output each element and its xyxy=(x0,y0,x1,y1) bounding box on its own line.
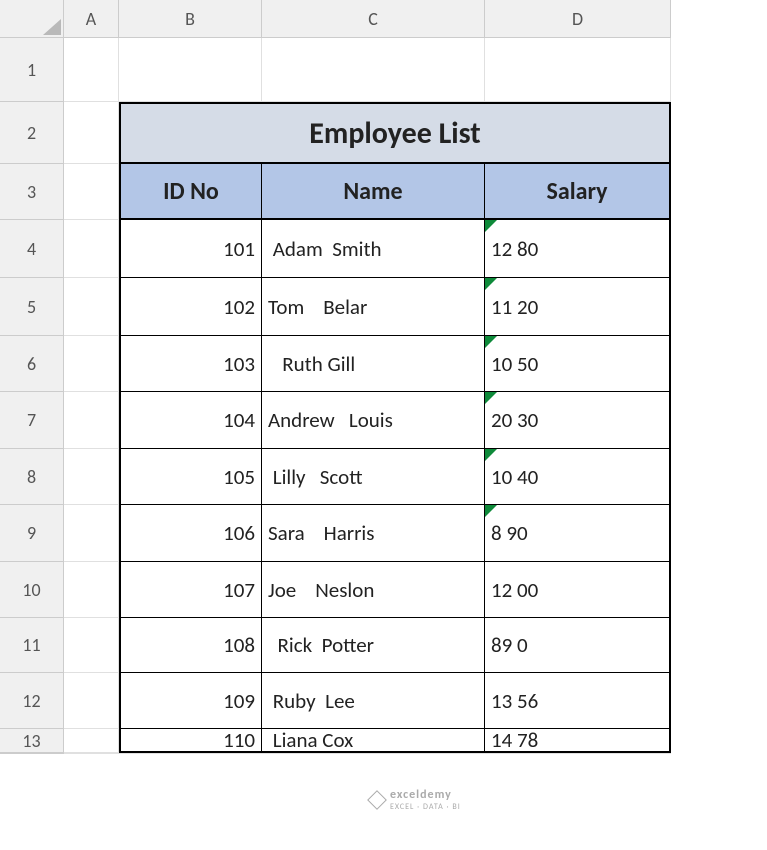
cell-salary-6[interactable]: 12 00 xyxy=(485,562,671,618)
cell-name-0[interactable]: Adam Smith xyxy=(262,220,485,278)
row-header-5[interactable]: 5 xyxy=(0,278,64,336)
cell-name-9[interactable]: Liana Cox xyxy=(262,729,485,753)
cell-salary-2[interactable]: 10 50 xyxy=(485,336,671,392)
cell-salary-3[interactable]: 20 30 xyxy=(485,392,671,449)
select-all-corner[interactable] xyxy=(0,0,64,38)
cell-name-7[interactable]: Rick Potter xyxy=(262,618,485,673)
cell-C14[interactable] xyxy=(262,753,485,754)
cell-A3[interactable] xyxy=(64,164,119,220)
cell-A9[interactable] xyxy=(64,505,119,562)
cell-A6[interactable] xyxy=(64,336,119,392)
cell-D14[interactable] xyxy=(485,753,671,754)
cell-A14[interactable] xyxy=(64,753,119,754)
row-header-8[interactable]: 8 xyxy=(0,449,64,505)
row-header-13[interactable]: 13 xyxy=(0,729,64,753)
cell-name-4[interactable]: Lilly Scott xyxy=(262,449,485,505)
row-header-3[interactable]: 3 xyxy=(0,164,64,220)
cell-D1[interactable] xyxy=(485,38,671,102)
cell-A2[interactable] xyxy=(64,102,119,164)
watermark-brand: exceldemy xyxy=(390,788,461,802)
cell-id-2[interactable]: 103 xyxy=(119,336,262,392)
col-header-C[interactable]: C xyxy=(262,0,485,38)
row-header-4[interactable]: 4 xyxy=(0,220,64,278)
col-header-A[interactable]: A xyxy=(64,0,119,38)
col-header-D[interactable]: D xyxy=(485,0,671,38)
cell-A11[interactable] xyxy=(64,618,119,673)
row-header-2[interactable]: 2 xyxy=(0,102,64,164)
spreadsheet-grid[interactable]: A B C D 1 2 Employee List 3 ID No Name S… xyxy=(0,0,767,754)
cell-id-5[interactable]: 106 xyxy=(119,505,262,562)
cell-salary-8[interactable]: 13 56 xyxy=(485,673,671,729)
header-id[interactable]: ID No xyxy=(119,164,262,220)
cell-C1[interactable] xyxy=(262,38,485,102)
col-header-B[interactable]: B xyxy=(119,0,262,38)
cell-salary-4[interactable]: 10 40 xyxy=(485,449,671,505)
row-header-1[interactable]: 1 xyxy=(0,38,64,102)
watermark: exceldemy EXCEL · DATA · BI xyxy=(370,788,461,812)
cell-name-8[interactable]: Ruby Lee xyxy=(262,673,485,729)
cell-A13[interactable] xyxy=(64,729,119,753)
cell-id-8[interactable]: 109 xyxy=(119,673,262,729)
row-header-12[interactable]: 12 xyxy=(0,673,64,729)
cell-id-9[interactable]: 110 xyxy=(119,729,262,753)
cell-salary-7[interactable]: 89 0 xyxy=(485,618,671,673)
row-header-9[interactable]: 9 xyxy=(0,505,64,562)
cell-B1[interactable] xyxy=(119,38,262,102)
cell-A1[interactable] xyxy=(64,38,119,102)
cell-salary-1[interactable]: 11 20 xyxy=(485,278,671,336)
cell-name-2[interactable]: Ruth Gill xyxy=(262,336,485,392)
watermark-logo-icon xyxy=(367,790,387,810)
cell-salary-5[interactable]: 8 90 xyxy=(485,505,671,562)
header-salary[interactable]: Salary xyxy=(485,164,671,220)
cell-salary-0[interactable]: 12 80 xyxy=(485,220,671,278)
cell-salary-9[interactable]: 14 78 xyxy=(485,729,671,753)
cell-A8[interactable] xyxy=(64,449,119,505)
cell-id-1[interactable]: 102 xyxy=(119,278,262,336)
watermark-tag: EXCEL · DATA · BI xyxy=(390,802,461,812)
cell-B14[interactable] xyxy=(119,753,262,754)
row-header-10[interactable]: 10 xyxy=(0,562,64,618)
cell-A5[interactable] xyxy=(64,278,119,336)
cell-id-3[interactable]: 104 xyxy=(119,392,262,449)
header-name[interactable]: Name xyxy=(262,164,485,220)
cell-name-3[interactable]: Andrew Louis xyxy=(262,392,485,449)
cell-A4[interactable] xyxy=(64,220,119,278)
cell-id-4[interactable]: 105 xyxy=(119,449,262,505)
cell-name-5[interactable]: Sara Harris xyxy=(262,505,485,562)
cell-A10[interactable] xyxy=(64,562,119,618)
cell-id-6[interactable]: 107 xyxy=(119,562,262,618)
row-header-11[interactable]: 11 xyxy=(0,618,64,673)
row-header-14[interactable] xyxy=(0,753,64,754)
table-title[interactable]: Employee List xyxy=(119,102,671,164)
cell-A12[interactable] xyxy=(64,673,119,729)
row-header-7[interactable]: 7 xyxy=(0,392,64,449)
cell-name-1[interactable]: Tom Belar xyxy=(262,278,485,336)
cell-id-0[interactable]: 101 xyxy=(119,220,262,278)
cell-name-6[interactable]: Joe Neslon xyxy=(262,562,485,618)
cell-A7[interactable] xyxy=(64,392,119,449)
row-header-6[interactable]: 6 xyxy=(0,336,64,392)
cell-id-7[interactable]: 108 xyxy=(119,618,262,673)
